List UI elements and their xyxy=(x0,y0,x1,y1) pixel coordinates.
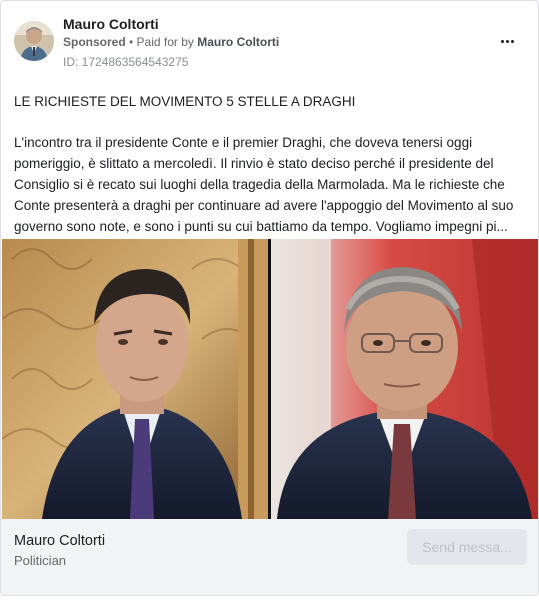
ad-header: Mauro Coltorti Sponsored • Paid for by M… xyxy=(1,1,538,81)
ad-id: ID: 1724863564543275 xyxy=(63,55,189,69)
avatar-image xyxy=(14,21,54,61)
separator: • xyxy=(125,35,137,49)
footer-page-name[interactable]: Mauro Coltorti xyxy=(14,533,105,549)
more-options-icon[interactable] xyxy=(495,31,519,51)
page-name[interactable]: Mauro Coltorti xyxy=(63,16,159,32)
footer-category: Politician xyxy=(14,553,67,568)
sponsored-label: Sponsored xyxy=(63,35,126,49)
ad-card: Mauro Coltorti Sponsored • Paid for by M… xyxy=(0,0,539,596)
post-headline: LE RICHIESTE DEL MOVIMENTO 5 STELLE A DR… xyxy=(14,94,356,109)
send-message-button[interactable]: Send messa... xyxy=(407,529,527,565)
sponsor-line: Sponsored • Paid for by Mauro Coltorti xyxy=(63,35,279,49)
avatar[interactable] xyxy=(14,21,54,61)
post-body: L'incontro tra il presidente Conte e il … xyxy=(14,135,514,234)
paid-for-prefix: Paid for by xyxy=(136,35,198,49)
paid-for-name: Mauro Coltorti xyxy=(197,35,280,49)
ad-image[interactable] xyxy=(2,239,538,519)
ad-footer: Mauro Coltorti Politician Send messa... xyxy=(1,519,538,595)
